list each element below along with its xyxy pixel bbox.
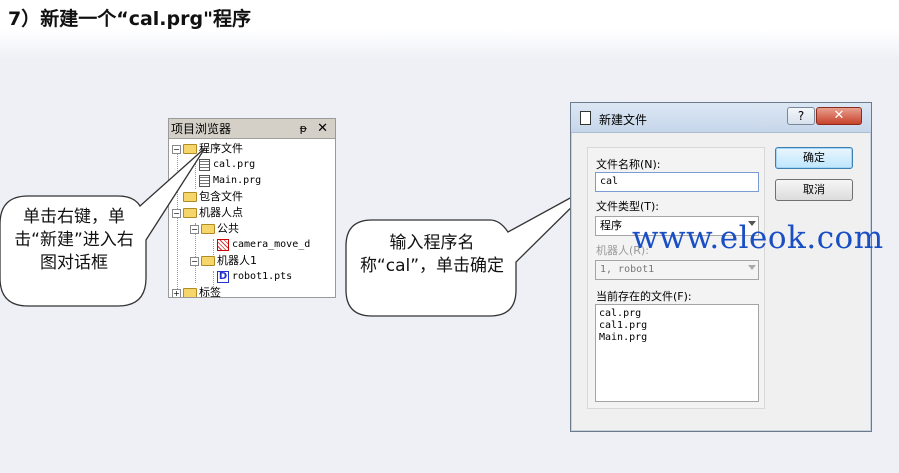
dialog-close-button[interactable]: ✕ (816, 107, 862, 125)
ok-button[interactable]: 确定 (775, 147, 853, 169)
chevron-down-icon (748, 265, 756, 270)
existing-files-label: 当前存在的文件(F): (596, 290, 692, 303)
filename-input[interactable]: cal (595, 172, 759, 192)
right-callout-text: 输入程序名称“cal”，单击确定 (359, 233, 505, 276)
robot-value: 1, robot1 (600, 264, 655, 275)
file-options-group: 文件名称(N): cal 文件类型(T): 程序 机器人(R): 1, robo… (587, 147, 765, 409)
list-item[interactable]: Main.prg (599, 332, 755, 344)
dialog-title: 新建文件 (599, 113, 648, 127)
robot-select: 1, robot1 (595, 260, 759, 280)
filetype-label: 文件类型(T): (596, 200, 660, 213)
filetype-value: 程序 (600, 219, 622, 232)
watermark: www.eleok.com (632, 220, 884, 256)
list-item[interactable]: cal.prg (599, 308, 755, 320)
help-button[interactable]: ? (787, 107, 815, 125)
left-callout-text: 单击右键，单击“新建”进入右图对话框 (14, 207, 134, 273)
dialog-body: 文件名称(N): cal 文件类型(T): 程序 机器人(R): 1, robo… (577, 137, 865, 427)
new-file-dialog: 新建文件 ? ✕ 文件名称(N): cal 文件类型(T): 程序 机器人(R)… (570, 102, 872, 432)
document-icon (580, 111, 591, 125)
dialog-titlebar[interactable]: 新建文件 ? ✕ (571, 103, 871, 133)
filename-label: 文件名称(N): (596, 158, 661, 171)
list-item[interactable]: cal1.prg (599, 320, 755, 332)
cancel-button[interactable]: 取消 (775, 179, 853, 201)
existing-files-list[interactable]: cal.prg cal1.prg Main.prg (595, 304, 759, 402)
